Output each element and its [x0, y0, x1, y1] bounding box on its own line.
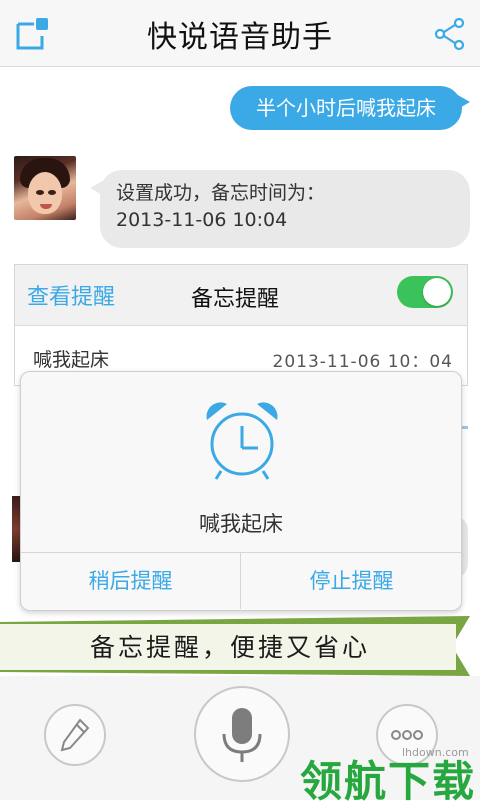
pencil-icon — [60, 718, 90, 752]
share-icon[interactable] — [432, 16, 468, 52]
assistant-message-line1: 设置成功，备忘时间为： — [116, 182, 326, 204]
stop-reminder-button[interactable]: 停止提醒 — [242, 553, 461, 609]
hidden-bubble-edge — [462, 426, 468, 429]
reminder-card: 查看提醒 备忘提醒 喊我起床 2013-11-06 10：04 — [14, 264, 468, 386]
microphone-icon — [222, 708, 262, 762]
alarm-dialog: 喊我起床 稍后提醒 停止提醒 — [20, 371, 462, 611]
snooze-button[interactable]: 稍后提醒 — [21, 553, 241, 609]
assistant-avatar — [14, 156, 76, 220]
assistant-message-line2: 2013-11-06 10:04 — [116, 209, 288, 231]
toggle-knob — [423, 278, 451, 306]
alarm-clock-icon — [206, 402, 278, 480]
app-header: 快说语音助手 — [0, 0, 480, 67]
reminder-card-header: 查看提醒 备忘提醒 — [15, 265, 467, 326]
slogan-text: 备忘提醒，便捷又省心 — [89, 633, 370, 662]
view-reminders-link[interactable]: 查看提醒 — [27, 279, 115, 311]
slogan-banner: 备忘提醒，便捷又省心 — [0, 616, 480, 676]
alarm-message: 喊我起床 — [199, 512, 283, 536]
user-message-bubble: 半个小时后喊我起床 — [230, 86, 470, 130]
reminder-card-title: 备忘提醒 — [191, 287, 280, 312]
reminder-toggle[interactable] — [397, 276, 453, 308]
reminder-item-time: 2013-11-06 10：04 — [272, 352, 453, 372]
assistant-message-bubble: 设置成功，备忘时间为： 2013-11-06 10:04 — [90, 170, 470, 248]
edit-button[interactable] — [44, 704, 106, 766]
voice-input-button[interactable] — [194, 686, 290, 782]
app-title: 快说语音助手 — [147, 20, 333, 55]
reminder-item-label: 喊我起床 — [33, 349, 110, 371]
